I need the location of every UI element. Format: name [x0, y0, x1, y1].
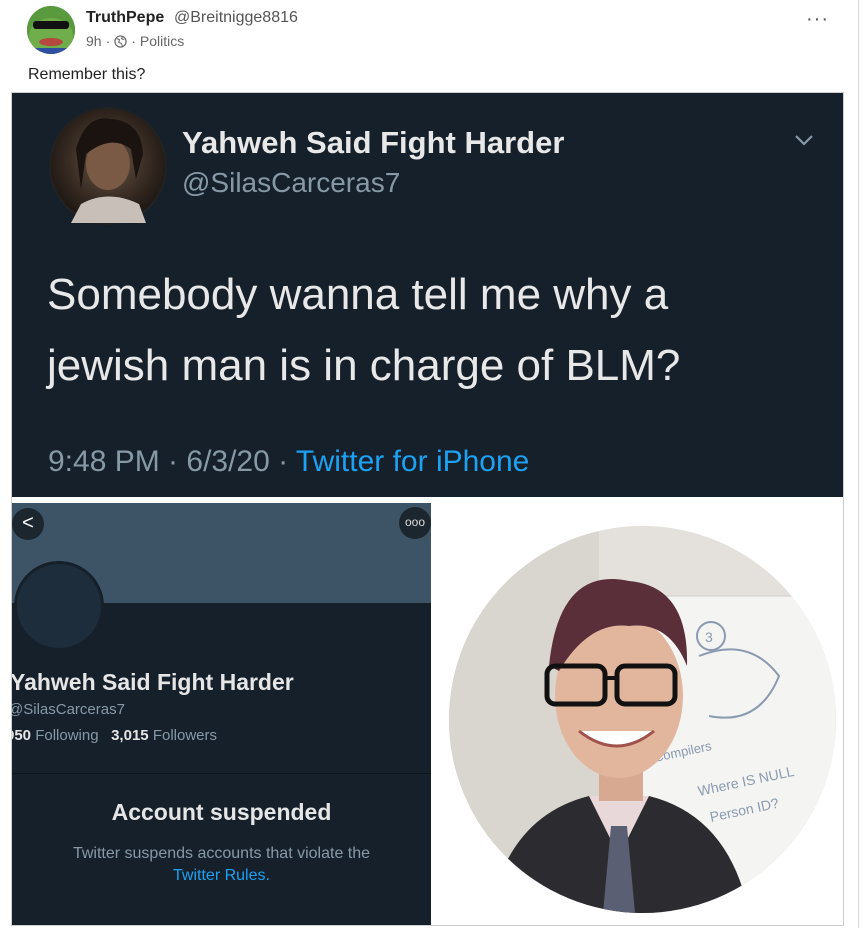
profile-handle: @SilasCarceras7 [12, 701, 125, 718]
twitter-rules-link: Twitter Rules. [173, 867, 270, 884]
post-category[interactable]: Politics [140, 33, 184, 49]
options-icon: ooo [399, 507, 431, 539]
globe-icon [114, 34, 127, 48]
tweet-time: 9:48 PM · 6/3/20 · [48, 445, 296, 478]
post-time: 9h [86, 33, 102, 49]
tweet-screenshot: Yahweh Said Fight Harder @SilasCarceras7… [12, 93, 843, 497]
meta-separator: · [131, 33, 136, 49]
tweet-text-line: Somebody wanna tell me why a [47, 270, 669, 319]
tweet-source: Twitter for iPhone [295, 445, 530, 478]
back-arrow-icon: < [12, 508, 44, 540]
whiteboard-number: 3 [705, 629, 713, 645]
post-image[interactable]: Yahweh Said Fight Harder @SilasCarceras7… [11, 92, 844, 926]
meta-separator: · [105, 33, 111, 49]
following-count: 950 [12, 727, 32, 744]
profile-avatar [14, 561, 104, 651]
feed-post: TruthPepe @Breitnigge8816 9h · · Politic… [0, 0, 859, 928]
author-handle[interactable]: @Breitnigge8816 [174, 9, 298, 27]
author-avatar[interactable] [27, 6, 75, 54]
portrait-photo: 3 Compilers Where IS NULL Person ID? [449, 526, 836, 913]
tweet-avatar [49, 107, 167, 225]
divider [12, 773, 431, 774]
profile-stats: 950 Following 3,015 Followers [12, 727, 217, 744]
chevron-down-icon [795, 135, 813, 146]
profile-screenshot: < ooo Yahweh Said Fight Harder @SilasCar… [12, 503, 431, 925]
person-avatar-icon [71, 118, 146, 223]
post-text: Remember this? [28, 66, 146, 83]
tweet-author-handle: @SilasCarceras7 [182, 167, 401, 198]
tweet-text-line: jewish man is in charge of BLM? [47, 341, 681, 390]
suspended-title: Account suspended [111, 799, 332, 825]
post-meta: 9h · · Politics [86, 33, 184, 49]
profile-name: Yahweh Said Fight Harder [12, 669, 294, 695]
portrait-area: 3 Compilers Where IS NULL Person ID? [431, 503, 843, 925]
followers-label: Followers [152, 727, 217, 744]
more-options-button[interactable]: ··· [806, 8, 829, 31]
tweet-meta: 9:48 PM · 6/3/20 · Twitter for iPhone [48, 445, 529, 479]
followers-count: 3,015 [111, 727, 149, 744]
following-label: Following [35, 727, 99, 744]
tweet-author-name: Yahweh Said Fight Harder [182, 125, 565, 160]
suspended-note: Twitter suspends accounts that violate t… [12, 843, 431, 887]
tweet-text: Somebody wanna tell me why a jewish man … [47, 259, 807, 401]
suspended-note-text: Twitter suspends accounts that violate t… [72, 845, 371, 862]
portrait-illustration: 3 Compilers Where IS NULL Person ID? [449, 526, 836, 913]
author-name[interactable]: TruthPepe [86, 9, 164, 27]
pepe-avatar-icon [27, 6, 75, 54]
